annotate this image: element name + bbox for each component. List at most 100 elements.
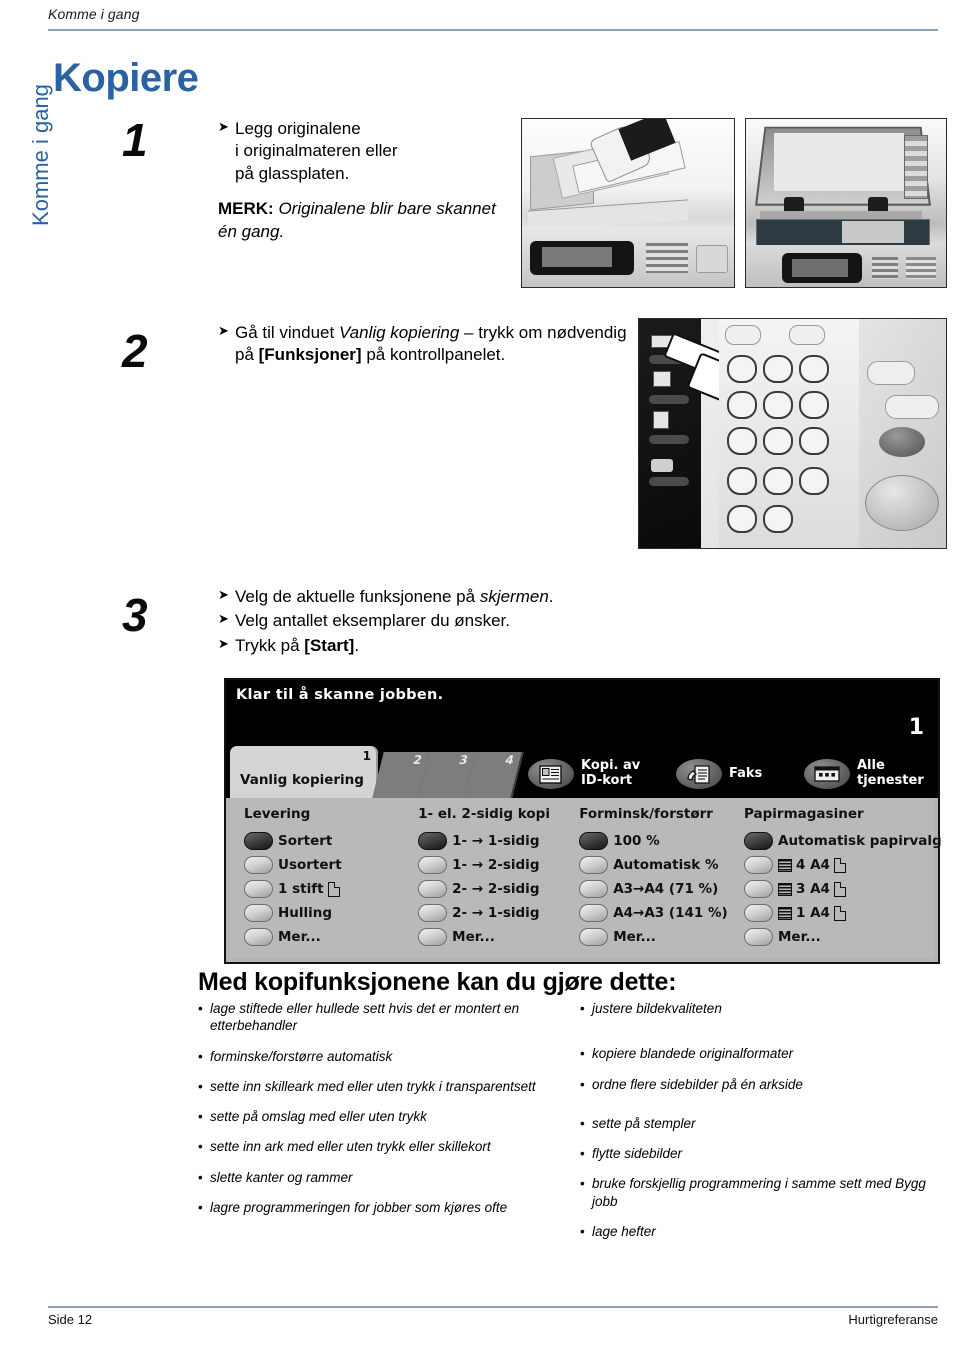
option-a3-a4-71[interactable]: A3→A4 (71 %) (579, 877, 744, 901)
feature-item: • forminske/forstørre automatisk (198, 1048, 558, 1065)
step-2-bullet: ➤ Gå til vinduet Vanlig kopiering – tryk… (218, 322, 628, 367)
column-heading: Forminsk/forstørr (579, 806, 713, 822)
radio-icon[interactable] (244, 880, 273, 898)
option-levering-mer[interactable]: Mer... (244, 925, 418, 949)
bullet-dot-icon: • (580, 1115, 585, 1131)
option-label: 1- → 2-sidig (452, 857, 540, 873)
radio-icon[interactable] (244, 904, 273, 922)
radio-icon[interactable] (579, 928, 609, 946)
option-label: 1- → 1-sidig (452, 833, 540, 849)
option-hulling[interactable]: Hulling (244, 901, 418, 925)
step-1-note-label: MERK: (218, 199, 274, 219)
radio-icon[interactable] (244, 832, 273, 850)
option-label: Sortert (278, 833, 333, 849)
option-label: 4 A4 (796, 857, 830, 873)
radio-icon[interactable] (579, 880, 609, 898)
option-tray-3-a4[interactable]: 3 A4 (744, 877, 934, 901)
radio-icon[interactable] (579, 904, 609, 922)
radio-icon[interactable] (418, 856, 448, 874)
feature-text: slette kanter og rammer (210, 1169, 353, 1185)
option-sortert[interactable]: Sortert (244, 829, 418, 853)
option-automatisk-prosent[interactable]: Automatisk % (579, 853, 744, 877)
screen-tab-bar[interactable]: 1 Vanlig kopiering 2 3 4 Kopi. av ID-kor… (226, 744, 938, 798)
option-label: 3 A4 (796, 881, 830, 897)
bullet-dot-icon: • (580, 1001, 585, 1016)
option-label: Mer... (613, 929, 656, 945)
option-column-papirmagasiner: Papirmagasiner Automatisk papirvalg 4 A4… (744, 798, 942, 958)
option-sidig-mer[interactable]: Mer... (418, 925, 579, 949)
option-label: Automatisk papirvalg (778, 833, 942, 849)
option-2-til-2-sidig[interactable]: 2- → 2-sidig (418, 877, 579, 901)
step-3-b1-post: . (548, 587, 554, 606)
radio-icon[interactable] (418, 880, 448, 898)
radio-icon[interactable] (244, 928, 273, 946)
radio-icon[interactable] (579, 856, 609, 874)
step-3-b3-pre: Trykk på (235, 635, 305, 655)
option-1-stift[interactable]: 1 stift (244, 877, 418, 901)
option-100-prosent[interactable]: 100 % (579, 829, 744, 853)
radio-icon[interactable] (579, 832, 609, 850)
option-label: Mer... (452, 929, 495, 945)
tab-vanlig-kopiering[interactable]: 1 Vanlig kopiering (230, 746, 378, 798)
option-automatisk-papirvalg[interactable]: Automatisk papirvalg (744, 829, 942, 853)
radio-icon[interactable] (744, 880, 773, 898)
radio-icon[interactable] (744, 832, 773, 850)
sheet-icon (833, 881, 846, 897)
radio-icon[interactable] (244, 856, 273, 874)
bullet-dot-icon: • (198, 1001, 203, 1016)
radio-icon[interactable] (744, 928, 773, 946)
feature-text: forminske/forstørre automatisk (210, 1048, 393, 1064)
tab-4[interactable]: 4 (464, 752, 524, 798)
radio-icon[interactable] (418, 928, 448, 946)
option-column-levering: Levering Sortert Usortert 1 stift Hullin… (230, 798, 418, 958)
step-3-bullet-1: ➤ Velg de aktuelle funksjonene på skjerm… (218, 586, 638, 608)
bullet-dot-icon: • (198, 1199, 203, 1215)
bullet-dot-icon: • (580, 1176, 585, 1192)
service-label: Kopi. av ID-kort (581, 758, 641, 788)
paper-tray-icon (778, 858, 792, 872)
option-1-til-1-sidig[interactable]: 1- → 1-sidig (418, 829, 579, 853)
option-label: A3→A4 (71 %) (613, 881, 719, 897)
step-1-number: 1 (122, 114, 148, 166)
option-2-til-1-sidig[interactable]: 2- → 1-sidig (418, 901, 579, 925)
feature-item: • sette inn skilleark med eller uten tryk… (198, 1078, 558, 1095)
step-1-note: MERK: Originalene blir bare skannet én g… (218, 198, 518, 243)
feature-text: kopiere blandede originalformater (592, 1046, 794, 1062)
feature-text: sette inn skilleark med eller uten trykk… (210, 1078, 536, 1094)
feature-text: justere bildekvaliteten (592, 1001, 722, 1016)
bullet-dot-icon: • (198, 1139, 203, 1155)
feature-text: lage hefter (592, 1223, 656, 1239)
option-1-til-2-sidig[interactable]: 1- → 2-sidig (418, 853, 579, 877)
footer-page-number: Side 12 (48, 1312, 93, 1327)
service-faks[interactable]: Faks (676, 752, 762, 796)
option-tray-1-a4[interactable]: 1 A4 (744, 901, 934, 925)
radio-icon[interactable] (418, 832, 448, 850)
header-rule (48, 29, 938, 31)
feature-item: • sette på stempler (580, 1115, 940, 1132)
service-kopi-av-id-kort[interactable]: Kopi. av ID-kort (528, 752, 640, 796)
option-label: 1 stift (278, 881, 324, 897)
radio-icon[interactable] (418, 904, 448, 922)
features-right-column: • justere bildekvaliteten • kopiere blande… (580, 1000, 940, 1253)
feature-text: lagre programmeringen for jobber som kjø… (210, 1199, 508, 1215)
option-tray-4-a4[interactable]: 4 A4 (744, 853, 934, 877)
document-page: Komme i gang Komme i gang Kopiere 1 ➤ Le… (0, 0, 960, 1347)
bullet-dot-icon: • (580, 1076, 585, 1092)
tab-number: 3 (457, 753, 470, 767)
option-forminsk-mer[interactable]: Mer... (579, 925, 744, 949)
step-2-tail: på kontrollpanelet. (361, 345, 506, 365)
bullet-dot-icon: • (198, 1048, 203, 1064)
footer-rule (48, 1306, 938, 1308)
option-papir-mer[interactable]: Mer... (744, 925, 934, 949)
service-label: Faks (729, 765, 763, 781)
radio-icon[interactable] (744, 856, 773, 874)
step-3-b3-strong: [Start] (304, 635, 355, 655)
option-usortert[interactable]: Usortert (244, 853, 418, 877)
option-label: Hulling (278, 905, 333, 921)
copier-touch-screen[interactable]: Klar til å skanne jobben. 1 1 Vanlig kop… (224, 678, 942, 964)
step-3-b2-text: Velg antallet eksemplarer du ønsker. (235, 611, 510, 631)
option-a4-a3-141[interactable]: A4→A3 (141 %) (579, 901, 744, 925)
service-alle-tjenester[interactable]: Alle tjenester (804, 752, 924, 796)
paper-tray-icon (778, 906, 792, 920)
radio-icon[interactable] (744, 904, 773, 922)
